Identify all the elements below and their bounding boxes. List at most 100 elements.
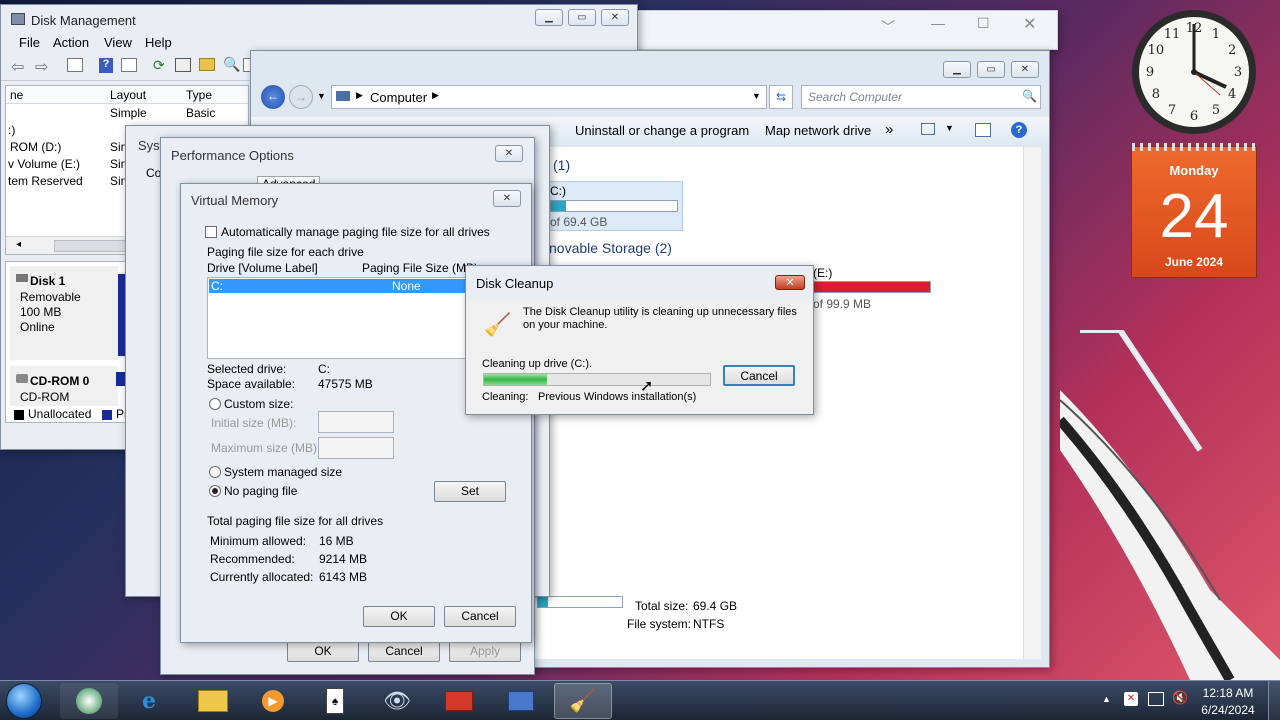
taskbar-clock-date[interactable]: 6/24/2024 xyxy=(1196,703,1260,717)
explorer-maximize-button[interactable]: ▭ xyxy=(977,61,1005,78)
cdrom-info[interactable]: CD-ROM 0 CD-ROM xyxy=(10,366,118,406)
dm-minimize-button[interactable]: ▁ xyxy=(535,9,563,26)
nav-forward-button[interactable]: → xyxy=(289,85,313,109)
hdd-group-header[interactable]: (1) xyxy=(553,157,570,173)
open-folder-icon[interactable] xyxy=(199,58,215,71)
views-dropdown-icon[interactable]: ▼ xyxy=(945,123,954,133)
back-arrow-icon[interactable]: ⇦ xyxy=(11,57,24,77)
help-icon[interactable]: ? xyxy=(99,58,113,73)
more-commands-button[interactable]: » xyxy=(885,121,893,138)
explorer-folder-icon[interactable] xyxy=(184,683,242,719)
show-hidden-icons-icon[interactable]: ▲ xyxy=(1102,694,1111,704)
space-available-label: Space available: xyxy=(207,377,296,391)
recent-pages-icon[interactable]: ▼ xyxy=(317,91,326,101)
col-layout[interactable]: Layout xyxy=(110,88,146,102)
address-dropdown-icon[interactable]: ▼ xyxy=(752,91,761,101)
set-button[interactable]: Set xyxy=(434,481,506,502)
table-row[interactable]: Simple Basic xyxy=(6,106,248,123)
magnifier-eyes-icon[interactable]: 👁 xyxy=(368,683,426,719)
explorer-minimize-button[interactable]: ▁ xyxy=(943,61,971,78)
bg-minimize-icon[interactable]: ﹀ xyxy=(881,17,895,37)
volume-muted-icon[interactable]: 🔇 xyxy=(1172,690,1188,706)
no-paging-label[interactable]: No paging file xyxy=(224,484,297,498)
cdrom-name: CD-ROM 0 xyxy=(30,374,90,388)
disk-cleanup-titlebar[interactable]: Disk Cleanup ✕ xyxy=(466,266,813,300)
bg-minimize-button[interactable]: — xyxy=(931,15,945,31)
refresh-button[interactable]: ⇆ xyxy=(769,85,793,109)
maximum-size-input[interactable] xyxy=(318,437,394,459)
forward-arrow-icon[interactable]: ⇨ xyxy=(35,57,48,77)
media-center-icon[interactable]: ▶ xyxy=(244,683,302,719)
disk-cleanup-cancel-button[interactable]: Cancel xyxy=(723,365,795,386)
disk1-info[interactable]: Disk 1 Removable 100 MB Online xyxy=(10,266,118,360)
nav-back-button[interactable]: ← xyxy=(261,85,285,109)
bg-maximize-button[interactable]: ☐ xyxy=(977,15,990,32)
breadcrumb[interactable]: Computer xyxy=(370,90,427,105)
preview-pane-icon[interactable] xyxy=(975,123,991,137)
rescan-icon[interactable] xyxy=(175,58,191,72)
start-orb-icon[interactable] xyxy=(6,683,42,719)
properties-icon[interactable] xyxy=(121,58,137,72)
clock-gadget[interactable]: 121234567891011 xyxy=(1130,8,1258,136)
ie-icon[interactable]: e xyxy=(120,683,178,719)
auto-manage-label[interactable]: Automatically manage paging file size fo… xyxy=(221,225,490,239)
drive-row[interactable]: C: None xyxy=(209,279,495,293)
menu-help[interactable]: Help xyxy=(145,35,172,50)
action-center-icon[interactable]: ✕ xyxy=(1124,692,1138,706)
address-bar[interactable]: ▶ Computer ▶ ▼ xyxy=(331,85,767,109)
progress-label: Cleaning up drive (C:). xyxy=(482,358,593,370)
search-input[interactable]: Search Computer 🔍 xyxy=(801,85,1041,109)
breadcrumb-arrow-icon: ▶ xyxy=(432,90,439,100)
explorer-close-button[interactable]: ✕ xyxy=(1011,61,1039,78)
vm-close-button[interactable]: ✕ xyxy=(493,190,521,207)
disk-cleanup-close-button[interactable]: ✕ xyxy=(775,275,805,290)
wmp-icon[interactable] xyxy=(60,683,118,719)
help-circle-icon[interactable]: ? xyxy=(1011,122,1027,138)
menu-file[interactable]: File xyxy=(19,35,40,50)
map-network-drive-button[interactable]: Map network drive xyxy=(765,123,871,138)
bg-close-button[interactable]: ✕ xyxy=(1023,14,1036,34)
taskbar-clock-time[interactable]: 12:18 AM xyxy=(1196,686,1260,700)
magnifier-icon[interactable]: 🔍 xyxy=(223,56,240,73)
dm-maximize-button[interactable]: ▭ xyxy=(568,9,596,26)
vm-ok-button[interactable]: OK xyxy=(363,606,435,627)
perf-apply-button[interactable]: Apply xyxy=(449,641,521,662)
search-icon[interactable]: 🔍 xyxy=(1022,89,1037,103)
auto-manage-checkbox[interactable] xyxy=(205,226,217,238)
removable-group-header[interactable]: novable Storage (2) xyxy=(549,240,672,256)
scroll-left-icon[interactable]: ◂ xyxy=(16,239,21,250)
views-icon[interactable] xyxy=(921,123,935,135)
disk-cleanup-title: Disk Cleanup xyxy=(476,276,554,291)
custom-size-label[interactable]: Custom size: xyxy=(224,397,293,411)
vertical-scrollbar[interactable] xyxy=(1023,147,1041,659)
recommended-label: Recommended: xyxy=(210,552,295,566)
system-managed-radio[interactable] xyxy=(209,466,221,478)
uninstall-program-button[interactable]: Uninstall or change a program xyxy=(575,123,749,138)
solitaire-icon[interactable]: ♠ xyxy=(306,683,364,719)
perf-cancel-button[interactable]: Cancel xyxy=(368,641,440,662)
toolbox-icon[interactable] xyxy=(430,683,488,719)
perf-close-button[interactable]: ✕ xyxy=(495,145,523,162)
calendar-gadget[interactable]: Monday 24 June 2024 xyxy=(1131,143,1257,278)
e-drive-label[interactable]: (E:) xyxy=(813,266,832,280)
show-desktop-button[interactable] xyxy=(1268,681,1280,720)
menu-view[interactable]: View xyxy=(104,35,132,50)
no-paging-radio[interactable] xyxy=(209,485,221,497)
console-tree-icon[interactable] xyxy=(67,58,83,72)
menu-action[interactable]: Action xyxy=(53,35,89,50)
control-panel-icon[interactable] xyxy=(492,683,550,719)
disk-management-titlebar[interactable]: Disk Management ▁ ▭ ✕ xyxy=(1,5,637,35)
initial-size-input[interactable] xyxy=(318,411,394,433)
col-type[interactable]: Type xyxy=(186,88,212,102)
system-managed-label[interactable]: System managed size xyxy=(224,465,342,479)
perf-ok-button[interactable]: OK xyxy=(287,641,359,662)
dm-close-button[interactable]: ✕ xyxy=(601,9,629,26)
refresh-icon[interactable]: ⟳ xyxy=(153,57,165,74)
vm-cancel-button[interactable]: Cancel xyxy=(444,606,516,627)
col-name[interactable]: ne xyxy=(10,88,23,102)
initial-size-label: Initial size (MB): xyxy=(211,416,297,430)
disk-cleanup-icon[interactable]: 🧹 xyxy=(554,683,612,719)
custom-size-radio[interactable] xyxy=(209,398,221,410)
network-icon[interactable] xyxy=(1148,692,1164,706)
c-drive-tile[interactable]: C:) of 69.4 GB xyxy=(547,181,683,231)
